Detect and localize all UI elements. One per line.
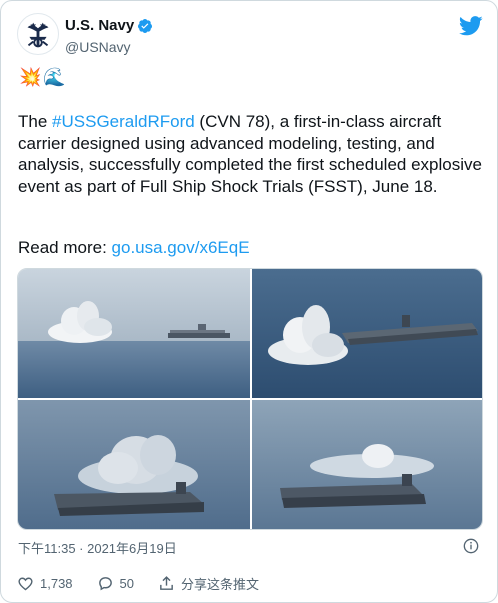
tweet-header: U.S. Navy @USNavy xyxy=(17,13,483,61)
avatar[interactable] xyxy=(17,13,59,55)
hashtag-link[interactable]: #USSGeraldRFord xyxy=(52,112,195,131)
read-more-label: Read more: xyxy=(18,238,112,257)
like-count: 1,738 xyxy=(40,575,73,591)
heart-icon xyxy=(18,577,33,590)
shock-trial-photo-1 xyxy=(18,269,250,398)
share-label: 分享这条推文 xyxy=(181,576,260,592)
tweet-card: U.S. Navy @USNavy 💥🌊 The #USSGeraldRFord… xyxy=(0,0,498,603)
photo-3[interactable] xyxy=(18,400,250,529)
like-button[interactable]: 1,738 xyxy=(17,575,73,592)
tweet-actions: 1,738 50 分享这条推文 xyxy=(17,572,483,594)
twitter-bird-icon[interactable] xyxy=(459,15,483,37)
media-grid xyxy=(17,268,483,530)
shock-trial-photo-4 xyxy=(252,400,482,529)
reply-button[interactable]: 50 xyxy=(97,575,134,592)
read-more-link[interactable]: go.usa.gov/x6EqE xyxy=(112,238,250,257)
read-more-line: Read more: go.usa.gov/x6EqE xyxy=(18,237,250,259)
reply-icon xyxy=(98,576,112,590)
share-icon xyxy=(160,575,173,590)
shock-trial-photo-3 xyxy=(18,400,250,529)
tweet-text: The #USSGeraldRFord (CVN 78), a first-in… xyxy=(18,111,482,197)
author-block: U.S. Navy @USNavy xyxy=(65,17,153,55)
info-icon[interactable] xyxy=(463,538,479,554)
share-button[interactable]: 分享这条推文 xyxy=(158,574,259,593)
author-name-link[interactable]: U.S. Navy xyxy=(65,17,153,34)
tweet-timestamp[interactable]: 下午11:35 · 2021年6月19日 xyxy=(18,538,177,557)
photo-2[interactable] xyxy=(252,269,482,398)
reply-count: 50 xyxy=(119,575,135,591)
tweet-text-part: The xyxy=(18,112,53,131)
verified-badge-icon xyxy=(138,18,153,33)
navy-seal-icon xyxy=(18,14,58,54)
photo-4[interactable] xyxy=(252,400,482,529)
author-handle[interactable]: @USNavy xyxy=(65,39,153,55)
photo-1[interactable] xyxy=(18,269,250,398)
shock-trial-photo-2 xyxy=(252,269,482,398)
author-name: U.S. Navy xyxy=(65,17,135,34)
emoji-row: 💥🌊 xyxy=(19,67,68,87)
